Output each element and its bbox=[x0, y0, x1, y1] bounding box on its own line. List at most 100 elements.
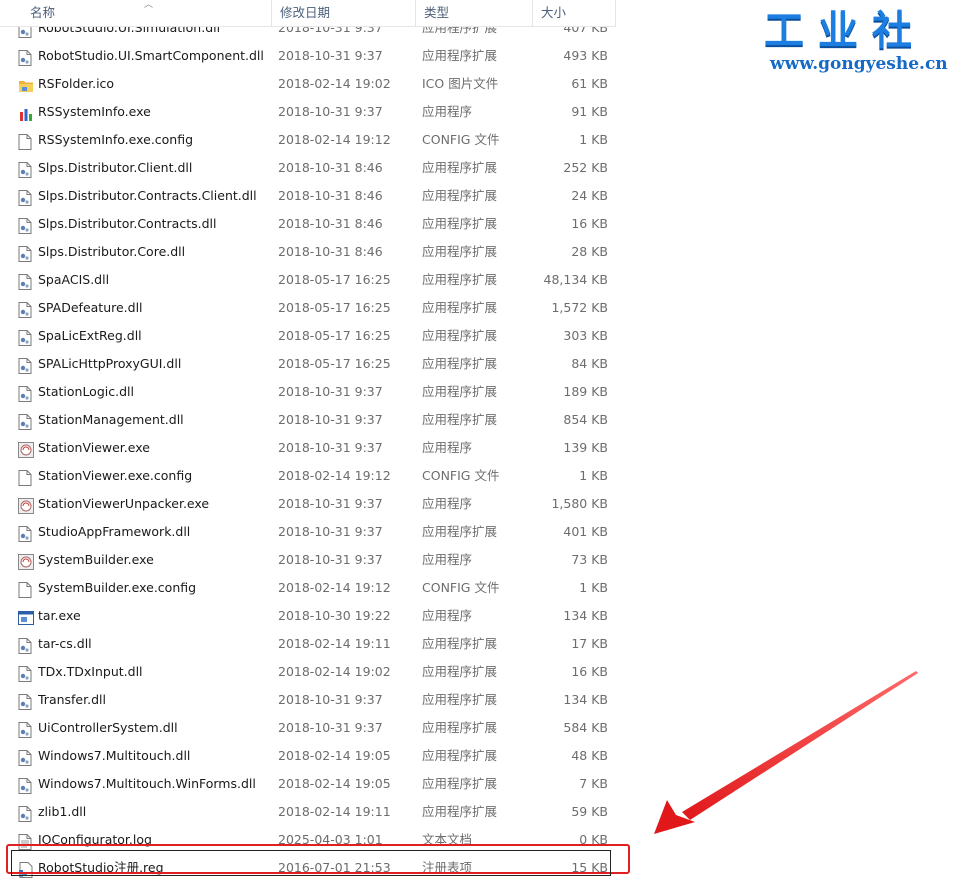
file-type: 应用程序扩展 bbox=[422, 188, 498, 203]
file-size: 854 KB bbox=[563, 412, 608, 427]
bar-chart-app-icon bbox=[18, 104, 32, 121]
file-row[interactable]: RobotStudio.UI.SmartComponent.dll 2018-10… bbox=[0, 42, 616, 70]
config-file-icon bbox=[18, 580, 32, 598]
file-type: 应用程序扩展 bbox=[422, 748, 498, 763]
file-row[interactable]: StationViewer.exe.config 2018-02-14 19:12… bbox=[0, 462, 616, 490]
config-file-icon bbox=[18, 468, 32, 486]
file-date: 2018-10-31 8:46 bbox=[278, 216, 383, 231]
file-type: 应用程序扩展 bbox=[422, 272, 498, 287]
file-name: SPADefeature.dll bbox=[38, 300, 143, 315]
column-header-type[interactable]: 类型 bbox=[416, 0, 532, 26]
file-date: 2018-10-31 9:37 bbox=[278, 440, 383, 455]
file-date: 2018-05-17 16:25 bbox=[278, 300, 391, 315]
file-date: 2018-02-14 19:02 bbox=[278, 664, 391, 679]
window-app-icon bbox=[18, 608, 34, 625]
dll-file-icon bbox=[18, 636, 32, 654]
file-row[interactable]: StudioAppFramework.dll 2018-10-31 9:37 应用程… bbox=[0, 518, 616, 546]
file-type: 应用程序扩展 bbox=[422, 412, 498, 427]
ico-image-icon bbox=[18, 76, 33, 92]
file-size: 1,580 KB bbox=[551, 496, 608, 511]
file-size: 16 KB bbox=[571, 216, 608, 231]
column-divider[interactable] bbox=[615, 0, 616, 26]
sort-ascending-icon: ︿ bbox=[144, 0, 154, 10]
file-row[interactable]: Slps.Distributor.Contracts.Client.dll 201… bbox=[0, 182, 616, 210]
file-date: 2018-10-31 9:37 bbox=[278, 692, 383, 707]
dll-file-icon bbox=[18, 384, 32, 402]
file-row[interactable]: RSFolder.ico 2018-02-14 19:02 ICO 图片文件 61 K… bbox=[0, 70, 616, 98]
file-size: 303 KB bbox=[563, 328, 608, 343]
file-size: 91 KB bbox=[571, 104, 608, 119]
file-size: 7 KB bbox=[579, 776, 608, 791]
file-name: Slps.Distributor.Client.dll bbox=[38, 160, 193, 175]
file-date: 2018-02-14 19:02 bbox=[278, 76, 391, 91]
file-row[interactable]: tar-cs.dll 2018-02-14 19:11 应用程序扩展 17 KB bbox=[0, 630, 616, 658]
file-row[interactable]: SystemBuilder.exe.config 2018-02-14 19:12… bbox=[0, 574, 616, 602]
dll-file-icon bbox=[18, 524, 32, 542]
file-row[interactable]: Slps.Distributor.Client.dll 2018-10-31 8:… bbox=[0, 154, 616, 182]
file-date: 2018-02-14 19:12 bbox=[278, 132, 391, 147]
file-size: 252 KB bbox=[563, 160, 608, 175]
file-row[interactable]: Slps.Distributor.Contracts.dll 2018-10-31… bbox=[0, 210, 616, 238]
dll-file-icon bbox=[18, 272, 32, 290]
column-header-date[interactable]: 修改日期 bbox=[272, 0, 415, 26]
file-size: 59 KB bbox=[571, 804, 608, 819]
file-name: RSFolder.ico bbox=[38, 76, 115, 91]
file-name: Transfer.dll bbox=[38, 692, 106, 707]
dll-file-icon bbox=[18, 48, 32, 66]
file-name: zlib1.dll bbox=[38, 804, 87, 819]
file-type: 应用程序扩展 bbox=[422, 160, 498, 175]
file-row[interactable]: TDx.TDxInput.dll 2018-02-14 19:02 应用程序扩展 16… bbox=[0, 658, 616, 686]
file-row[interactable]: Slps.Distributor.Core.dll 2018-10-31 8:46… bbox=[0, 238, 616, 266]
file-name: StationLogic.dll bbox=[38, 384, 134, 399]
file-date: 2018-10-31 9:37 bbox=[278, 524, 383, 539]
file-row[interactable]: UiControllerSystem.dll 2018-10-31 9:37 应用程… bbox=[0, 714, 616, 742]
file-size: 1 KB bbox=[579, 468, 608, 483]
file-row[interactable]: SpaACIS.dll 2018-05-17 16:25 应用程序扩展 48,134 … bbox=[0, 266, 616, 294]
file-name: StationViewer.exe.config bbox=[38, 468, 193, 483]
file-row[interactable]: Windows7.Multitouch.dll 2018-02-14 19:05 应… bbox=[0, 742, 616, 770]
file-type: 应用程序扩展 bbox=[422, 720, 498, 735]
file-type: 应用程序 bbox=[422, 104, 473, 119]
file-date: 2018-10-31 9:37 bbox=[278, 496, 383, 511]
file-size: 134 KB bbox=[563, 608, 608, 623]
file-date: 2018-10-31 9:37 bbox=[278, 552, 383, 567]
file-row[interactable]: RSSystemInfo.exe.config 2018-02-14 19:12 C… bbox=[0, 126, 616, 154]
file-type: 应用程序扩展 bbox=[422, 692, 498, 707]
file-date: 2018-05-17 16:25 bbox=[278, 356, 391, 371]
file-date: 2018-10-31 9:37 bbox=[278, 48, 383, 63]
file-row[interactable]: StationViewerUnpacker.exe 2018-10-31 9:37… bbox=[0, 490, 616, 518]
file-row[interactable]: Windows7.Multitouch.WinForms.dll 2018-02-… bbox=[0, 770, 616, 798]
dll-file-icon bbox=[18, 188, 32, 206]
column-header-size[interactable]: 大小 bbox=[533, 0, 615, 26]
file-type: 应用程序扩展 bbox=[422, 776, 498, 791]
file-name: RSSystemInfo.exe.config bbox=[38, 132, 194, 147]
file-row[interactable]: StationViewer.exe 2018-10-31 9:37 应用程序 139 … bbox=[0, 434, 616, 462]
selected-row-outline bbox=[11, 850, 611, 876]
file-row[interactable]: RSSystemInfo.exe 2018-10-31 9:37 应用程序 91 KB bbox=[0, 98, 616, 126]
file-type: ICO 图片文件 bbox=[422, 76, 499, 91]
file-size: 48 KB bbox=[571, 748, 608, 763]
file-type: CONFIG 文件 bbox=[422, 468, 500, 483]
file-date: 2018-10-31 8:46 bbox=[278, 244, 383, 259]
file-date: 2018-02-14 19:05 bbox=[278, 776, 391, 791]
file-row[interactable]: Transfer.dll 2018-10-31 9:37 应用程序扩展 134 KB bbox=[0, 686, 616, 714]
file-row[interactable]: SystemBuilder.exe 2018-10-31 9:37 应用程序 73 K… bbox=[0, 546, 616, 574]
dll-file-icon bbox=[18, 748, 32, 766]
file-name: SPALicHttpProxyGUI.dll bbox=[38, 356, 182, 371]
file-row[interactable]: SpaLicExtReg.dll 2018-05-17 16:25 应用程序扩展 30… bbox=[0, 322, 616, 350]
file-row[interactable]: StationManagement.dll 2018-10-31 9:37 应用程序… bbox=[0, 406, 616, 434]
dll-file-icon bbox=[18, 328, 32, 346]
file-date: 2018-10-31 9:37 bbox=[278, 720, 383, 735]
file-date: 2018-05-17 16:25 bbox=[278, 328, 391, 343]
file-name: SpaACIS.dll bbox=[38, 272, 110, 287]
watermark-logo-text: 工业社 bbox=[764, 7, 926, 54]
file-row[interactable]: SPALicHttpProxyGUI.dll 2018-05-17 16:25 应用… bbox=[0, 350, 616, 378]
file-row[interactable]: SPADefeature.dll 2018-05-17 16:25 应用程序扩展 1,… bbox=[0, 294, 616, 322]
file-row[interactable]: tar.exe 2018-10-30 19:22 应用程序 134 KB bbox=[0, 602, 616, 630]
file-date: 2018-10-31 9:37 bbox=[278, 412, 383, 427]
file-row[interactable]: zlib1.dll 2018-02-14 19:11 应用程序扩展 59 KB bbox=[0, 798, 616, 826]
file-type: 应用程序 bbox=[422, 608, 473, 623]
file-row[interactable]: StationLogic.dll 2018-10-31 9:37 应用程序扩展 189… bbox=[0, 378, 616, 406]
file-size: 24 KB bbox=[571, 188, 608, 203]
file-name: tar.exe bbox=[38, 608, 81, 623]
